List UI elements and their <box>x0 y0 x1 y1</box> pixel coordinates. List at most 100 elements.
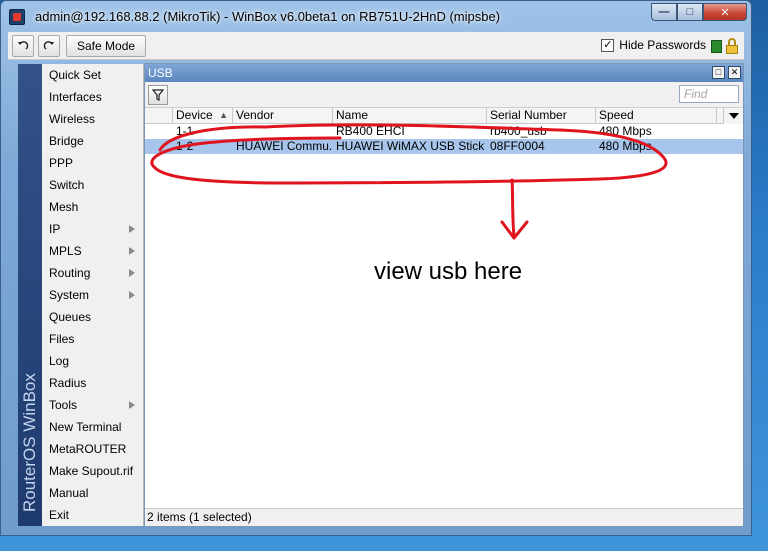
column-header-flags[interactable] <box>145 108 173 124</box>
main-toolbar: Safe Mode ✓ Hide Passwords <box>8 32 744 60</box>
sidebar-item-label: IP <box>49 222 61 236</box>
sidebar-item-label: PPP <box>49 156 74 170</box>
sidebar-item-new-terminal[interactable]: New Terminal <box>42 416 143 438</box>
sidebar-item-system[interactable]: System <box>42 284 143 306</box>
column-header-speed[interactable]: Speed <box>596 108 717 124</box>
sidebar-item-label: Queues <box>49 310 92 324</box>
window-title: admin@192.168.88.2 (MikroTik) - WinBox v… <box>35 9 501 24</box>
undo-icon <box>18 40 29 50</box>
sidebar-item-queues[interactable]: Queues <box>42 306 143 328</box>
cell-name: HUAWEI WiMAX USB Stick <box>336 139 485 153</box>
submenu-arrow-icon <box>129 247 135 255</box>
sidebar-item-wireless[interactable]: Wireless <box>42 108 143 130</box>
redo-button[interactable] <box>38 34 60 57</box>
find-input[interactable] <box>679 85 739 103</box>
sidebar-item-log[interactable]: Log <box>42 350 143 372</box>
cell-name: RB400 EHCI <box>336 124 405 138</box>
brand-label: RouterOS WinBox <box>20 373 39 512</box>
sidebar-item-label: Quick Set <box>49 68 102 82</box>
minimize-button[interactable]: — <box>651 3 677 21</box>
usb-panel-titlebar[interactable]: USB □ ✕ <box>145 64 743 82</box>
cell-vendor: HUAWEI Commu... <box>236 139 333 153</box>
sidebar-brand-strip: RouterOS WinBox <box>18 64 42 526</box>
column-header-serial[interactable]: Serial Number <box>487 108 596 124</box>
sidebar-item-bridge[interactable]: Bridge <box>42 130 143 152</box>
title-bar[interactable]: admin@192.168.88.2 (MikroTik) - WinBox v… <box>1 1 751 31</box>
sidebar-item-label: System <box>49 288 90 302</box>
grid-body: 1-1 RB400 EHCI rb400_usb 480 Mbps 1-2 HUAWEI … <box>145 124 743 154</box>
usb-panel-title: USB <box>148 66 173 80</box>
sidebar-item-label: Exit <box>49 508 70 522</box>
column-header-vendor[interactable]: Vendor <box>233 108 333 124</box>
sidebar-item-label: Manual <box>49 486 89 500</box>
close-icon: ✕ <box>720 6 730 19</box>
sidebar-item-ip[interactable]: IP <box>42 218 143 240</box>
submenu-arrow-icon <box>129 291 135 299</box>
row-flag-cell <box>145 139 173 154</box>
redo-icon <box>43 40 54 50</box>
hide-passwords-checkbox[interactable]: ✓ <box>601 38 615 52</box>
sidebar-item-interfaces[interactable]: Interfaces <box>42 86 143 108</box>
cell-speed: 480 Mbps <box>599 139 652 153</box>
submenu-arrow-icon <box>129 269 135 277</box>
column-header-name[interactable]: Name <box>333 108 487 124</box>
usb-panel: USB □ ✕ Device ▲ Vendor Name Serial Numb… <box>144 63 744 527</box>
filter-button[interactable] <box>148 85 168 105</box>
table-row[interactable]: 1-2 HUAWEI Commu... HUAWEI WiMAX USB Stick… <box>145 139 743 154</box>
sort-icon: ▲ <box>219 110 228 120</box>
sidebar-item-routing[interactable]: Routing <box>42 262 143 284</box>
sidebar-item-metarouter[interactable]: MetaROUTER <box>42 438 143 460</box>
sidebar-item-label: Radius <box>49 376 87 390</box>
row-flag-cell <box>145 124 173 139</box>
window-controls: — □ ✕ <box>651 3 747 21</box>
cell-vendor <box>233 124 333 139</box>
usb-panel-toolbar <box>145 82 743 108</box>
hide-passwords-toggle[interactable]: ✓ Hide Passwords <box>601 38 706 52</box>
sidebar-item-switch[interactable]: Switch <box>42 174 143 196</box>
minimize-icon: — <box>658 6 670 18</box>
sidebar-item-mesh[interactable]: Mesh <box>42 196 143 218</box>
sidebar-item-label: Wireless <box>49 112 96 126</box>
sidebar-item-manual[interactable]: Manual <box>42 482 143 504</box>
sidebar-item-label: Mesh <box>49 200 79 214</box>
status-bar: 2 items (1 selected) <box>145 508 743 526</box>
grid-header: Device ▲ Vendor Name Serial Number Speed <box>145 108 743 124</box>
sidebar-item-radius[interactable]: Radius <box>42 372 143 394</box>
column-menu-button[interactable] <box>723 108 743 124</box>
sidebar-item-label: Make Supout.rif <box>49 464 134 478</box>
sidebar-item-quick-set[interactable]: Quick Set <box>42 64 143 86</box>
sidebar-item-exit[interactable]: Exit <box>42 504 143 526</box>
filter-icon <box>152 89 164 101</box>
submenu-arrow-icon <box>129 225 135 233</box>
annotation-text: view usb here <box>374 258 523 285</box>
panel-maximize-button[interactable]: □ <box>712 66 725 79</box>
sidebar-item-label: Routing <box>49 266 91 280</box>
column-header-device[interactable]: Device ▲ <box>173 108 233 124</box>
maximize-icon: □ <box>686 6 694 18</box>
close-button[interactable]: ✕ <box>703 3 747 21</box>
cell-speed: 480 Mbps <box>599 124 652 138</box>
winbox-app-icon <box>9 9 25 25</box>
sidebar-item-mpls[interactable]: MPLS <box>42 240 143 262</box>
sidebar-item-files[interactable]: Files <box>42 328 143 350</box>
sidebar-item-tools[interactable]: Tools <box>42 394 143 416</box>
sidebar-item-label: Bridge <box>49 134 84 148</box>
cell-serial: rb400_usb <box>490 124 547 138</box>
close-icon: ✕ <box>730 67 739 77</box>
cell-serial: 08FF0004 <box>490 139 545 153</box>
sidebar-item-label: New Terminal <box>49 420 122 434</box>
hide-passwords-label: Hide Passwords <box>619 38 706 52</box>
sidebar-item-label: MPLS <box>49 244 82 258</box>
sidebar-item-make-supout-rif[interactable]: Make Supout.rif <box>42 460 143 482</box>
sidebar-item-ppp[interactable]: PPP <box>42 152 143 174</box>
sidebar-item-label: Tools <box>49 398 78 412</box>
cell-device: 1-1 <box>176 124 194 138</box>
sidebar-menu: Quick Set Interfaces Wireless Bridge PPP Swit… <box>42 64 144 526</box>
panel-close-button[interactable]: ✕ <box>728 66 741 79</box>
table-row[interactable]: 1-1 RB400 EHCI rb400_usb 480 Mbps <box>145 124 743 139</box>
maximize-icon: □ <box>715 67 722 77</box>
maximize-button[interactable]: □ <box>677 3 703 21</box>
undo-button[interactable] <box>12 34 34 57</box>
safe-mode-button[interactable]: Safe Mode <box>66 34 147 57</box>
connection-status-icon <box>711 40 722 53</box>
